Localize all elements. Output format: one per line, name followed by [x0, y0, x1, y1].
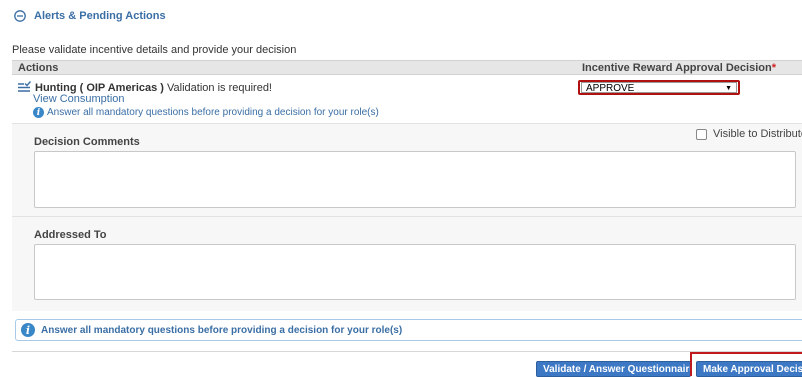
- make-approval-decision-button[interactable]: Make Approval Decision: [696, 361, 802, 377]
- decision-select-highlight: APPROVE ▼: [578, 80, 740, 95]
- validate-questionnaire-button[interactable]: Validate / Answer Questionnaire: [536, 361, 691, 377]
- addressed-to-label: Addressed To: [34, 229, 107, 241]
- visible-to-distributor-label: Visible to Distributor: [713, 128, 802, 140]
- task-info-hint: i Answer all mandatory questions before …: [33, 107, 379, 118]
- section-title: Alerts & Pending Actions: [34, 10, 166, 22]
- column-header-actions: Actions: [18, 62, 59, 74]
- addressed-to-panel: Addressed To: [12, 216, 802, 311]
- task-info-text: Answer all mandatory questions before pr…: [47, 107, 379, 118]
- decision-select[interactable]: APPROVE ▼: [581, 82, 737, 94]
- collapse-circle-icon[interactable]: [14, 10, 26, 22]
- alert-text: Answer all mandatory questions before pr…: [41, 324, 403, 336]
- decision-selected-value: APPROVE: [586, 83, 635, 94]
- task-status: Validation is required!: [163, 82, 272, 94]
- decision-comments-textarea[interactable]: [34, 151, 796, 208]
- decision-comments-label: Decision Comments: [34, 136, 140, 148]
- column-header-decision: Incentive Reward Approval Decision*: [582, 62, 776, 74]
- visible-to-distributor-option[interactable]: Visible to Distributor: [696, 128, 802, 140]
- info-icon: i: [21, 323, 35, 337]
- decision-comments-panel: Visible to Distributor Decision Comments: [12, 123, 802, 216]
- dropdown-arrow-icon: ▼: [725, 85, 732, 92]
- section-header[interactable]: Alerts & Pending Actions: [14, 10, 166, 22]
- info-icon: i: [33, 107, 44, 118]
- addressed-to-textarea[interactable]: [34, 244, 796, 300]
- divider: [12, 351, 802, 352]
- intro-text: Please validate incentive details and pr…: [12, 44, 297, 56]
- view-consumption-link[interactable]: View Consumption: [33, 93, 125, 105]
- table-header: Actions Incentive Reward Approval Decisi…: [12, 60, 802, 75]
- required-mark: *: [771, 62, 776, 74]
- mandatory-questions-alert: i Answer all mandatory questions before …: [15, 319, 802, 341]
- visible-to-distributor-checkbox[interactable]: [696, 128, 707, 140]
- task-checklist-icon: [18, 81, 31, 92]
